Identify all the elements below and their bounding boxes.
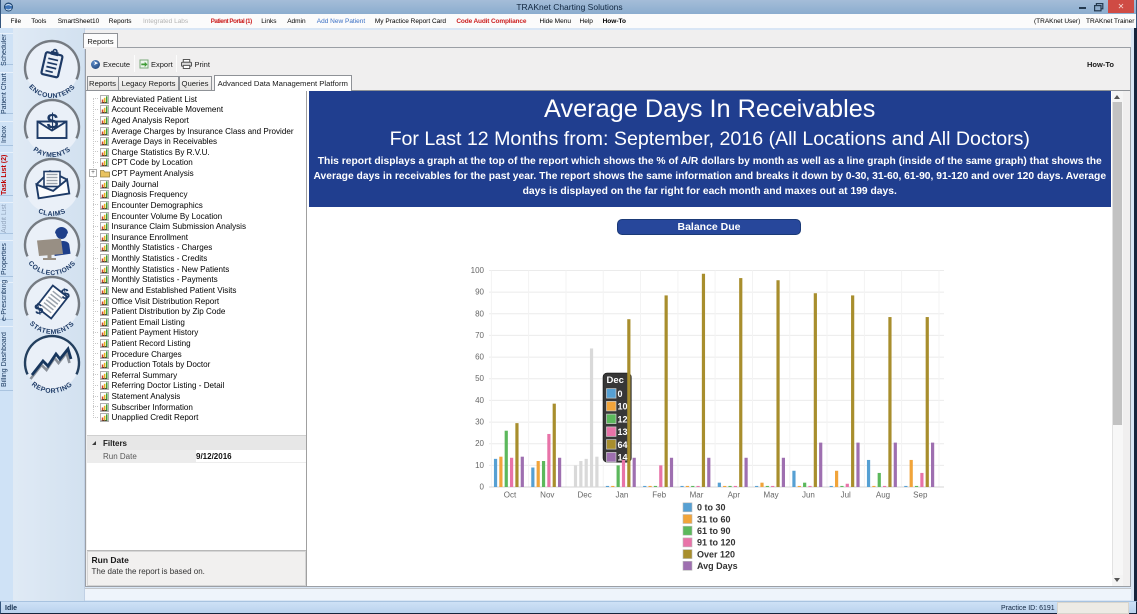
svg-text:Feb: Feb bbox=[652, 491, 666, 500]
svg-text:20: 20 bbox=[475, 439, 484, 448]
svg-text:64: 64 bbox=[618, 440, 628, 450]
svg-text:70: 70 bbox=[475, 331, 484, 340]
svg-text:$: $ bbox=[47, 111, 59, 134]
svg-text:80: 80 bbox=[475, 309, 484, 318]
svg-text:0 to 30: 0 to 30 bbox=[697, 503, 726, 513]
svg-text:Apr: Apr bbox=[728, 491, 741, 500]
svg-text:May: May bbox=[764, 491, 779, 500]
svg-text:Over 120: Over 120 bbox=[697, 549, 735, 559]
svg-text:Nov: Nov bbox=[540, 491, 554, 500]
svg-text:100: 100 bbox=[471, 266, 485, 275]
svg-text:Avg Days: Avg Days bbox=[697, 561, 738, 571]
svg-text:Oct: Oct bbox=[504, 491, 517, 500]
svg-text:60: 60 bbox=[475, 353, 484, 362]
svg-text:91 to 120: 91 to 120 bbox=[697, 538, 736, 548]
svg-text:Mar: Mar bbox=[690, 491, 704, 500]
svg-text:Dec: Dec bbox=[577, 491, 591, 500]
svg-text:0: 0 bbox=[618, 389, 623, 399]
svg-text:50: 50 bbox=[475, 374, 484, 383]
svg-text:13: 13 bbox=[618, 427, 628, 437]
svg-text:30: 30 bbox=[475, 418, 484, 427]
svg-text:61 to 90: 61 to 90 bbox=[697, 526, 731, 536]
svg-text:90: 90 bbox=[475, 288, 484, 297]
svg-text:0: 0 bbox=[480, 483, 485, 492]
svg-text:31 to 60: 31 to 60 bbox=[697, 514, 731, 524]
svg-text:Aug: Aug bbox=[876, 491, 890, 500]
svg-text:Jan: Jan bbox=[615, 491, 628, 500]
svg-text:12: 12 bbox=[618, 414, 628, 424]
svg-text:10: 10 bbox=[475, 461, 484, 470]
svg-text:Jul: Jul bbox=[841, 491, 851, 500]
svg-text:Jun: Jun bbox=[802, 491, 815, 500]
svg-text:Sep: Sep bbox=[913, 491, 928, 500]
svg-text:10: 10 bbox=[618, 402, 628, 412]
svg-text:Dec: Dec bbox=[607, 375, 624, 386]
svg-text:40: 40 bbox=[475, 396, 484, 405]
